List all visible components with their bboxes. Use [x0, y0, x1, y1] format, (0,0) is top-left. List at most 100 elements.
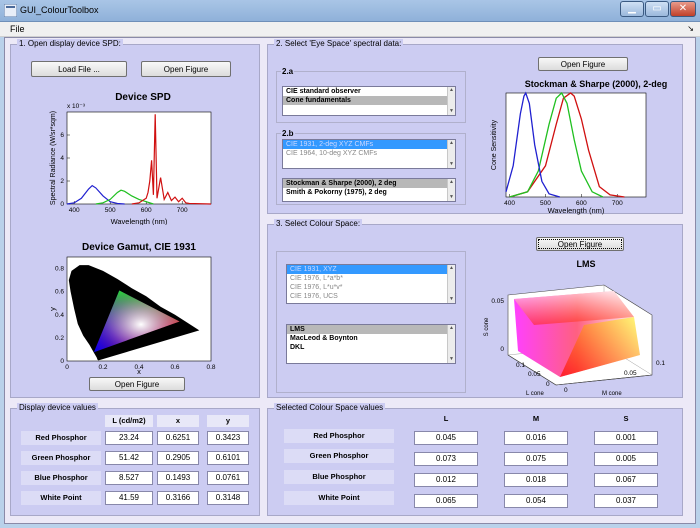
spd-y-exponent: x 10⁻³	[67, 103, 86, 110]
list-item[interactable]: CIE 1976, L*a*b*	[287, 274, 455, 283]
close-button[interactable]: ✕	[670, 1, 696, 17]
maximize-icon: ▭	[652, 3, 662, 14]
subpanel-2b-label: 2.b	[281, 129, 295, 138]
colour-space-cone-list[interactable]: LMS MacLeod & Boynton DKL ▲ ▼	[286, 324, 456, 364]
cmf-list[interactable]: CIE 1931, 2-deg XYZ CMFs CIE 1964, 10-de…	[282, 139, 456, 169]
open-figure-gamut-button[interactable]: Open Figure	[89, 377, 185, 391]
x-tick-label: 600	[141, 207, 152, 214]
device-value: 0.2905	[157, 451, 199, 465]
lms-x-tick: 0.05	[528, 371, 541, 378]
panel-device-values-title: Display device values	[17, 403, 98, 412]
space-header-m: M	[532, 414, 540, 423]
open-figure-spd-button[interactable]: Open Figure	[141, 61, 231, 77]
eye-space-type-list[interactable]: CIE standard observer Cone fundamentals …	[282, 86, 456, 116]
device-value: 23.24	[105, 431, 153, 445]
list-item[interactable]: Cone fundamentals	[283, 96, 455, 105]
device-value: 0.3423	[207, 431, 249, 445]
scroll-down-icon[interactable]: ▼	[448, 161, 455, 168]
lms-z-tick: 0	[564, 387, 568, 394]
panel-eye-space-title: 2. Select 'Eye Space' spectral data:	[274, 39, 404, 48]
spd-plot-area	[66, 111, 212, 205]
figure-client-area: 1. Open display device SPD: Load File ..…	[4, 37, 696, 524]
scroll-up-icon[interactable]: ▲	[448, 87, 455, 94]
open-figure-colour-space-button[interactable]: Open Figure	[536, 237, 624, 251]
space-row-label: White Point	[284, 491, 394, 505]
gamut-y-axis-label: y	[48, 307, 57, 311]
open-figure-eye-space-button[interactable]: Open Figure	[538, 57, 628, 71]
list-item[interactable]: Stockman & Sharpe (2000), 2 deg	[283, 179, 455, 188]
panel-colour-space: 3. Select Colour Space: CIE 1931, XYZ CI…	[267, 219, 683, 398]
cone-chart-title: Stockman & Sharpe (2000), 2-deg	[525, 79, 668, 89]
spd-y-axis-label: Spectral Radiance (W/sr*sqm)	[50, 111, 57, 205]
menu-file[interactable]: File	[10, 24, 25, 34]
x-tick-label: 0.6	[170, 364, 179, 371]
cone-sensitivity-chart: Stockman & Sharpe (2000), 2-deg 400 500 60…	[491, 79, 668, 215]
scroll-down-icon[interactable]: ▼	[448, 194, 455, 201]
app-icon	[3, 3, 18, 18]
list-scrollbar[interactable]: ▲ ▼	[447, 87, 455, 115]
space-header-l: L	[443, 414, 449, 423]
space-value: 0.016	[504, 431, 568, 445]
dock-arrow-icon[interactable]: ↘	[687, 24, 694, 33]
x-tick-label: 400	[69, 207, 80, 214]
list-item[interactable]: CIE 1931, XYZ	[287, 265, 455, 274]
device-gamut-chart: Device Gamut, CIE 1931 0 0.2 0.4 0.6 0.8 0 0.2…	[48, 242, 216, 375]
colour-space-cie-list[interactable]: CIE 1931, XYZ CIE 1976, L*a*b* CIE 1976,…	[286, 264, 456, 304]
subpanel-2b: 2.b CIE 1931, 2-deg XYZ CMFs CIE 1964, 1…	[276, 129, 466, 205]
lms-z-tick: 0.1	[656, 360, 665, 367]
list-item[interactable]: Smith & Pokorny (1975), 2 deg	[283, 188, 455, 197]
minimize-button[interactable]: ▁	[620, 1, 644, 17]
cone-fundamentals-list[interactable]: Stockman & Sharpe (2000), 2 deg Smith & …	[282, 178, 456, 202]
space-value: 0.045	[414, 431, 478, 445]
y-tick-label: 0.4	[55, 312, 64, 319]
device-header-y: y	[207, 415, 249, 427]
scroll-up-icon[interactable]: ▲	[448, 265, 455, 272]
device-value: 0.3166	[157, 491, 199, 505]
y-tick-label: 0.8	[55, 266, 64, 273]
device-row-label: Green Phosphor	[21, 451, 101, 465]
lms-chart: LMS 0.05 0 S cone 0.1 0.05 0 L cone 0 0.…	[484, 259, 665, 397]
list-item[interactable]: CIE standard observer	[283, 87, 455, 96]
list-item[interactable]: DKL	[287, 343, 455, 352]
panel-device-spd: 1. Open display device SPD: Load File ..…	[10, 39, 260, 398]
scroll-up-icon[interactable]: ▲	[448, 140, 455, 147]
list-item[interactable]: CIE 1976, L*u*v*	[287, 283, 455, 292]
lms-z-tick: 0.05	[624, 370, 637, 377]
panel-colour-space-values-title: Selected Colour Space values	[274, 403, 386, 412]
list-scrollbar[interactable]: ▲ ▼	[447, 179, 455, 201]
list-scrollbar[interactable]: ▲ ▼	[447, 140, 455, 168]
minimize-icon: ▁	[628, 3, 636, 14]
scroll-down-icon[interactable]: ▼	[448, 296, 455, 303]
device-header-luminance: L (cd/m2)	[105, 415, 153, 427]
list-scrollbar[interactable]: ▲ ▼	[447, 265, 455, 303]
subpanel-2a: 2.a CIE standard observer Cone fundament…	[276, 67, 466, 123]
list-item[interactable]: MacLeod & Boynton	[287, 334, 455, 343]
device-value: 0.0761	[207, 471, 249, 485]
lms-chart-title: LMS	[577, 259, 596, 269]
maximize-button[interactable]: ▭	[645, 1, 669, 17]
x-tick-label: 700	[612, 200, 623, 207]
space-value: 0.005	[594, 452, 658, 466]
space-value: 0.037	[594, 494, 658, 508]
list-item[interactable]: CIE 1976, UCS	[287, 292, 455, 301]
window-titlebar[interactable]: GUI_ColourToolbox ▁ ▭ ✕	[0, 0, 700, 22]
space-row-label: Green Phosphor	[284, 449, 394, 463]
list-item[interactable]: LMS	[287, 325, 455, 334]
list-scrollbar[interactable]: ▲ ▼	[447, 325, 455, 363]
list-item[interactable]: CIE 1931, 2-deg XYZ CMFs	[283, 140, 455, 149]
list-item[interactable]: CIE 1964, 10-deg XYZ CMFs	[283, 149, 455, 158]
scroll-down-icon[interactable]: ▼	[448, 108, 455, 115]
scroll-down-icon[interactable]: ▼	[448, 356, 455, 363]
y-tick-label: 4	[60, 155, 64, 162]
gamut-chart-title: Device Gamut, CIE 1931	[82, 242, 196, 253]
y-tick-label: 0	[60, 358, 64, 365]
lms-l-axis-label: L cone	[526, 391, 544, 397]
scroll-up-icon[interactable]: ▲	[448, 325, 455, 332]
lms-x-tick: 0.1	[516, 362, 525, 369]
y-tick-label: 6	[60, 132, 64, 139]
space-value: 0.018	[504, 473, 568, 487]
load-file-button[interactable]: Load File ...	[31, 61, 127, 77]
scroll-up-icon[interactable]: ▲	[448, 179, 455, 186]
x-tick-label: 0.8	[206, 364, 215, 371]
space-row-label: Red Phosphor	[284, 429, 394, 443]
